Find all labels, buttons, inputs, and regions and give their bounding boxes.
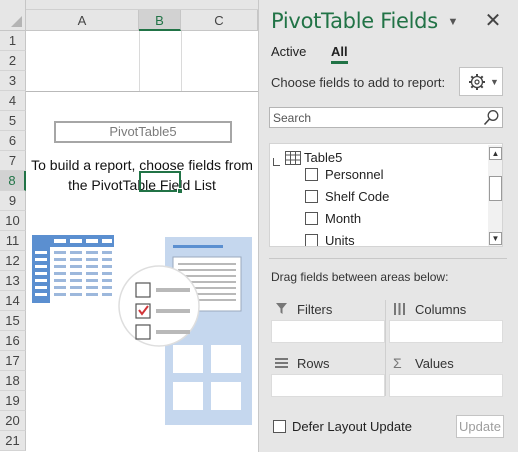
tab-all[interactable]: All (331, 44, 348, 64)
scroll-down-icon[interactable]: ▼ (489, 232, 502, 245)
table-illustration-icon (32, 235, 114, 303)
pivot-area-border (26, 91, 258, 92)
corner-select-icon (11, 16, 22, 27)
chevron-down-icon: ▼ (490, 77, 499, 87)
row-header-7[interactable]: 7 (0, 151, 26, 171)
filters-drop-area[interactable] (271, 320, 385, 343)
row-header-14[interactable]: 14 (0, 291, 26, 311)
pivot-table-name[interactable]: PivotTable5 (54, 121, 232, 143)
field-list-scrollbar[interactable]: ▲ ▼ (488, 145, 502, 246)
worksheet: A B C 1 2 3 4 5 6 7 8 9 10 11 12 13 14 15 16 17 18 19 20 21 … (0, 0, 258, 452)
column-header-strip (26, 0, 258, 10)
row-header-16[interactable]: 16 (0, 331, 26, 351)
dropdown-arrow-icon[interactable]: ▼ (445, 14, 461, 30)
column-header-c[interactable]: C (181, 10, 258, 31)
tab-active[interactable]: Active (271, 44, 306, 64)
gridline (139, 31, 140, 91)
choose-fields-label: Choose fields to add to report: (271, 75, 446, 90)
row-header-12[interactable]: 12 (0, 251, 26, 271)
columns-drop-area[interactable] (389, 320, 503, 343)
pane-divider[interactable] (269, 258, 507, 259)
field-label: Month (325, 211, 362, 226)
field-checkbox[interactable] (305, 234, 318, 246)
field-checkbox[interactable] (305, 190, 318, 203)
pivottable-fields-pane: PivotTable Fields ▼ ✕ Active All Choose … (258, 0, 518, 452)
scroll-up-icon[interactable]: ▲ (489, 147, 502, 160)
table-icon (285, 151, 301, 165)
values-drop-area[interactable] (389, 374, 503, 397)
field-item[interactable]: Personnel (270, 165, 485, 185)
checklist-illustration-icon (118, 265, 200, 347)
column-header-a[interactable]: A (26, 10, 139, 31)
field-item[interactable]: Shelf Code (270, 187, 485, 207)
rows-label: Rows (297, 356, 330, 371)
column-header-b[interactable]: B (139, 10, 181, 31)
row-header-18[interactable]: 18 (0, 371, 26, 391)
pane-title: PivotTable Fields (271, 9, 438, 33)
columns-label: Columns (415, 302, 467, 317)
scroll-thumb[interactable] (489, 176, 502, 201)
row-header-11[interactable]: 11 (0, 231, 26, 251)
row-header-4[interactable]: 4 (0, 91, 26, 111)
row-header-19[interactable]: 19 (0, 391, 26, 411)
update-button[interactable]: Update (456, 415, 504, 438)
search-input[interactable] (273, 110, 473, 125)
filter-icon (276, 303, 287, 314)
field-label: Shelf Code (325, 189, 390, 204)
close-icon[interactable]: ✕ (484, 10, 502, 32)
sigma-icon: Σ (393, 355, 402, 371)
field-checkbox[interactable] (305, 168, 318, 181)
rows-icon (275, 358, 288, 368)
defer-label: Defer Layout Update (292, 419, 412, 434)
field-item[interactable]: Month (270, 209, 485, 229)
row-header-2[interactable]: 2 (0, 51, 26, 71)
pivot-placeholder-illustration (32, 235, 252, 425)
gear-icon (469, 74, 485, 90)
field-checkbox[interactable] (305, 212, 318, 225)
drag-fields-label: Drag fields between areas below: (271, 270, 449, 284)
row-header-5[interactable]: 5 (0, 111, 26, 131)
columns-icon (394, 303, 405, 315)
search-field[interactable] (269, 107, 503, 128)
fill-handle[interactable] (177, 188, 183, 194)
search-icon[interactable] (483, 109, 500, 126)
row-header-3[interactable]: 3 (0, 71, 26, 91)
rows-drop-area[interactable] (271, 374, 385, 397)
row-header-6[interactable]: 6 (0, 131, 26, 151)
row-header-8[interactable]: 8 (0, 171, 26, 191)
active-cell-b8[interactable] (139, 171, 181, 192)
defer-checkbox[interactable] (273, 420, 286, 433)
gridline (181, 31, 182, 91)
area-separator (385, 300, 386, 396)
values-label: Values (415, 356, 454, 371)
filters-label: Filters (297, 302, 333, 317)
field-label: Units (325, 233, 355, 247)
field-label: Personnel (325, 167, 384, 182)
row-header-1[interactable]: 1 (0, 31, 26, 51)
row-header-20[interactable]: 20 (0, 411, 26, 431)
row-header-21[interactable]: 21 (0, 431, 26, 451)
field-item[interactable]: Units (270, 231, 485, 247)
field-list-options-button[interactable]: ▼ (459, 67, 503, 96)
row-header-13[interactable]: 13 (0, 271, 26, 291)
row-header-17[interactable]: 17 (0, 351, 26, 371)
field-list: Table5 Personnel Shelf Code Month Units … (269, 143, 503, 247)
row-header-15[interactable]: 15 (0, 311, 26, 331)
row-header-9[interactable]: 9 (0, 191, 26, 211)
row-header-10[interactable]: 10 (0, 211, 26, 231)
select-all-corner[interactable] (0, 0, 26, 31)
